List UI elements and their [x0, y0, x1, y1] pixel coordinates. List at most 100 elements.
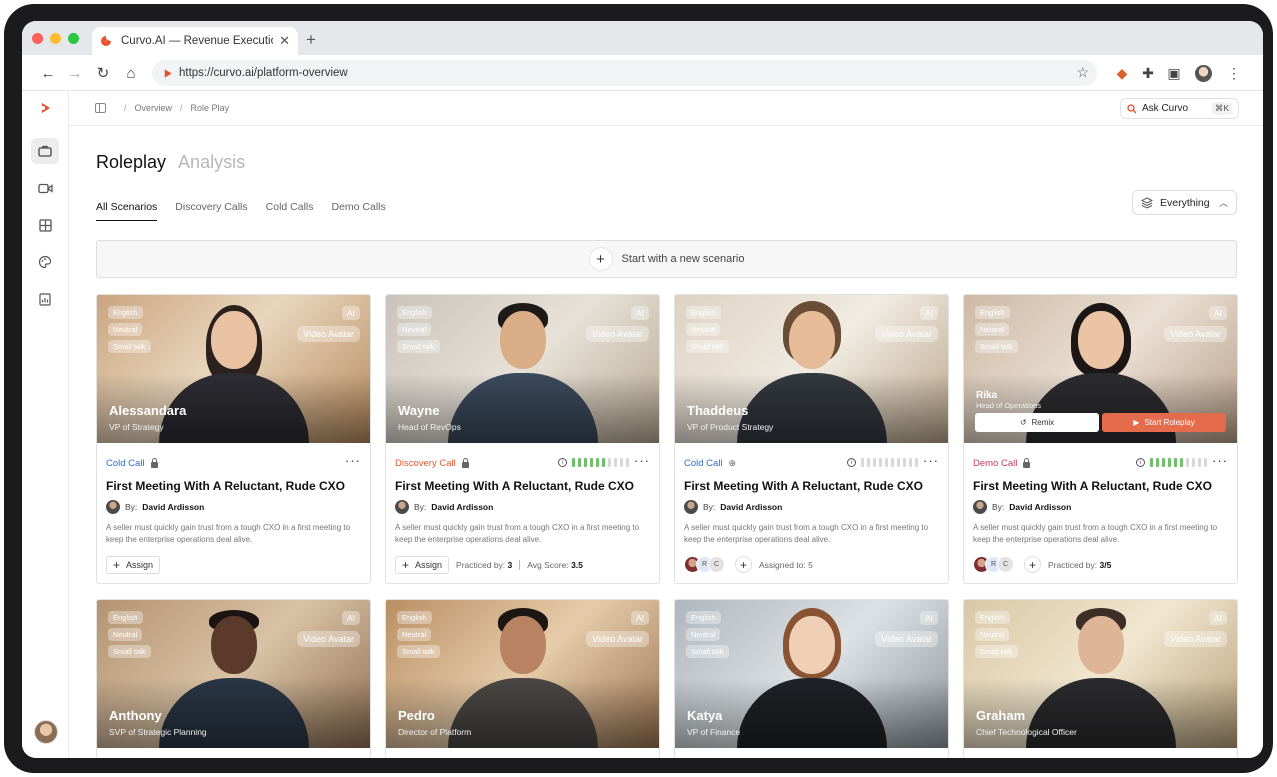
more-options-icon[interactable]: ···: [345, 453, 361, 468]
scenario-card[interactable]: English Neutral Small talk AI Video Avatar Pe…: [385, 599, 660, 758]
report-icon[interactable]: [31, 286, 59, 312]
avatar-photo[interactable]: English Neutral Small talk AI Video Avatar Ri…: [964, 295, 1237, 443]
lock-icon: [461, 457, 469, 468]
sidepanel-icon[interactable]: ▣: [1164, 63, 1184, 83]
minimize-window-button[interactable]: [50, 33, 61, 44]
author-line: By: David Ardisson: [395, 500, 493, 514]
person-head: [1077, 616, 1124, 674]
tab-demo-calls[interactable]: Demo Calls: [332, 201, 386, 221]
tag-chips: English Neutral Small talk: [686, 306, 729, 353]
info-icon[interactable]: i: [847, 458, 856, 467]
back-icon[interactable]: ←: [38, 63, 58, 83]
forward-icon[interactable]: →: [65, 63, 85, 83]
tag-chip: English: [108, 611, 143, 624]
maximize-window-button[interactable]: [68, 33, 79, 44]
assignee-avatars: RC: [973, 556, 1014, 573]
start-roleplay-button[interactable]: ▶ Start Roleplay: [1102, 413, 1226, 432]
avatar-photo[interactable]: English Neutral Small talk AI Video Avatar Ka…: [675, 600, 948, 748]
scenario-card[interactable]: English Neutral Small talk AI Video Avatar Gr…: [963, 599, 1238, 758]
tab-discovery-calls[interactable]: Discovery Calls: [175, 201, 247, 221]
toggle-sidebar-icon[interactable]: [95, 103, 106, 113]
ask-curvo-button[interactable]: Ask Curvo ⌘K: [1120, 98, 1239, 119]
briefcase-icon[interactable]: [31, 138, 59, 164]
url-field[interactable]: https://curvo.ai/platform-overview ☆: [152, 60, 1097, 86]
call-type-label: Cold Call: [106, 458, 145, 469]
scenario-card[interactable]: English Neutral Small talk AI Video Avatar An…: [96, 599, 371, 758]
scenario-card[interactable]: English Neutral Small talk AI Video Avatar Th…: [674, 294, 949, 584]
author-line: By: David Ardisson: [684, 500, 782, 514]
avatar-photo[interactable]: English Neutral Small talk AI Video Avatar Th…: [675, 295, 948, 443]
avatar-photo[interactable]: English Neutral Small talk AI Video Avatar Pe…: [386, 600, 659, 748]
tag-chip: Small talk: [686, 340, 729, 353]
grid-icon[interactable]: [31, 212, 59, 238]
assign-button[interactable]: + Assign: [395, 556, 450, 574]
persona-role: VP of Strategy: [109, 422, 164, 432]
new-scenario-button[interactable]: + Start with a new scenario: [96, 240, 1237, 278]
browser-window: Curvo.AI — Revenue Executio... ✕ + ← → ↻…: [22, 21, 1263, 758]
tab-roleplay[interactable]: Roleplay: [96, 152, 166, 173]
call-type: Discovery Call: [395, 457, 469, 469]
profile-avatar-icon[interactable]: [1193, 63, 1213, 83]
filter-label: Everything: [1160, 196, 1210, 209]
difficulty-meter: i: [558, 458, 629, 467]
info-icon[interactable]: i: [1136, 458, 1145, 467]
tab-analysis[interactable]: Analysis: [178, 152, 245, 173]
new-tab-button[interactable]: +: [306, 30, 316, 50]
tab-close-icon[interactable]: ✕: [279, 33, 290, 49]
meter-segment: [1186, 458, 1189, 467]
curvo-logo-icon[interactable]: [38, 101, 52, 115]
tab-cold-calls[interactable]: Cold Calls: [266, 201, 314, 221]
more-options-icon[interactable]: ···: [634, 453, 650, 468]
practiced-by: Practiced by: 3: [456, 560, 512, 570]
practiced-by: Practiced by: 3/5: [1048, 560, 1111, 570]
close-window-button[interactable]: [32, 33, 43, 44]
avatar-photo[interactable]: English Neutral Small talk AI Video Avatar Wa…: [386, 295, 659, 443]
by-label: By:: [125, 502, 138, 512]
person-head: [788, 616, 835, 674]
fox-extension-icon[interactable]: ◆: [1112, 63, 1132, 83]
filter-dropdown[interactable]: Everything ︿: [1132, 190, 1237, 215]
call-type: Demo Call: [973, 457, 1031, 469]
scenario-card[interactable]: English Neutral Small talk AI Video Avatar Wa…: [385, 294, 660, 584]
call-type: Cold Call ⊕: [684, 458, 736, 469]
remix-button[interactable]: ↺ Remix: [975, 413, 1099, 432]
video-avatar-badge: Video Avatar: [297, 326, 360, 342]
bookmark-star-icon[interactable]: ☆: [1076, 64, 1089, 81]
scenario-card[interactable]: English Neutral Small talk AI Video Avatar Al…: [96, 294, 371, 584]
more-options-icon[interactable]: ···: [1212, 453, 1228, 468]
video-avatar-badge: Video Avatar: [1164, 326, 1227, 342]
palette-icon[interactable]: [31, 249, 59, 275]
avatar-photo[interactable]: English Neutral Small talk AI Video Avatar Gr…: [964, 600, 1237, 748]
address-bar: ← → ↻ ⌂ https://curvo.ai/platform-overvi…: [22, 55, 1263, 91]
user-avatar[interactable]: [34, 720, 58, 744]
add-assignee-button[interactable]: +: [1024, 556, 1041, 573]
persona-name: Anthony: [109, 708, 162, 723]
tag-chip: Small talk: [397, 340, 440, 353]
meter-segment: [1168, 458, 1171, 467]
page-title: Roleplay Analysis: [96, 152, 245, 173]
avatar-photo[interactable]: English Neutral Small talk AI Video Avatar Al…: [97, 295, 370, 443]
add-assignee-button[interactable]: +: [735, 556, 752, 573]
avatar-photo[interactable]: English Neutral Small talk AI Video Avatar An…: [97, 600, 370, 748]
breadcrumb-overview[interactable]: Overview: [135, 103, 173, 113]
puzzle-extension-icon[interactable]: ✚: [1138, 63, 1158, 83]
assign-button[interactable]: + Assign: [106, 556, 161, 574]
home-icon[interactable]: ⌂: [121, 63, 141, 83]
browser-tab[interactable]: Curvo.AI — Revenue Executio... ✕: [92, 27, 298, 55]
video-icon[interactable]: [31, 175, 59, 201]
info-icon[interactable]: i: [558, 458, 567, 467]
scenario-description: A seller must quickly gain trust from a …: [395, 523, 640, 544]
browser-menu-icon[interactable]: ⋮: [1224, 63, 1244, 83]
meter-segment: [885, 458, 888, 467]
tab-all-scenarios[interactable]: All Scenarios: [96, 201, 158, 221]
scenario-card[interactable]: English Neutral Small talk AI Video Avatar Ka…: [674, 599, 949, 758]
breadcrumb-separator: /: [180, 103, 183, 113]
scenario-title: First Meeting With A Reluctant, Rude CXO: [106, 479, 346, 493]
scenario-card[interactable]: English Neutral Small talk AI Video Avatar Ri…: [963, 294, 1238, 584]
more-options-icon[interactable]: ···: [923, 453, 939, 468]
reload-icon[interactable]: ↻: [93, 63, 113, 83]
persona-name: Katya: [687, 708, 723, 723]
author-avatar: [973, 500, 987, 514]
meter-segment: [620, 458, 623, 467]
meter-segment: [1162, 458, 1165, 467]
